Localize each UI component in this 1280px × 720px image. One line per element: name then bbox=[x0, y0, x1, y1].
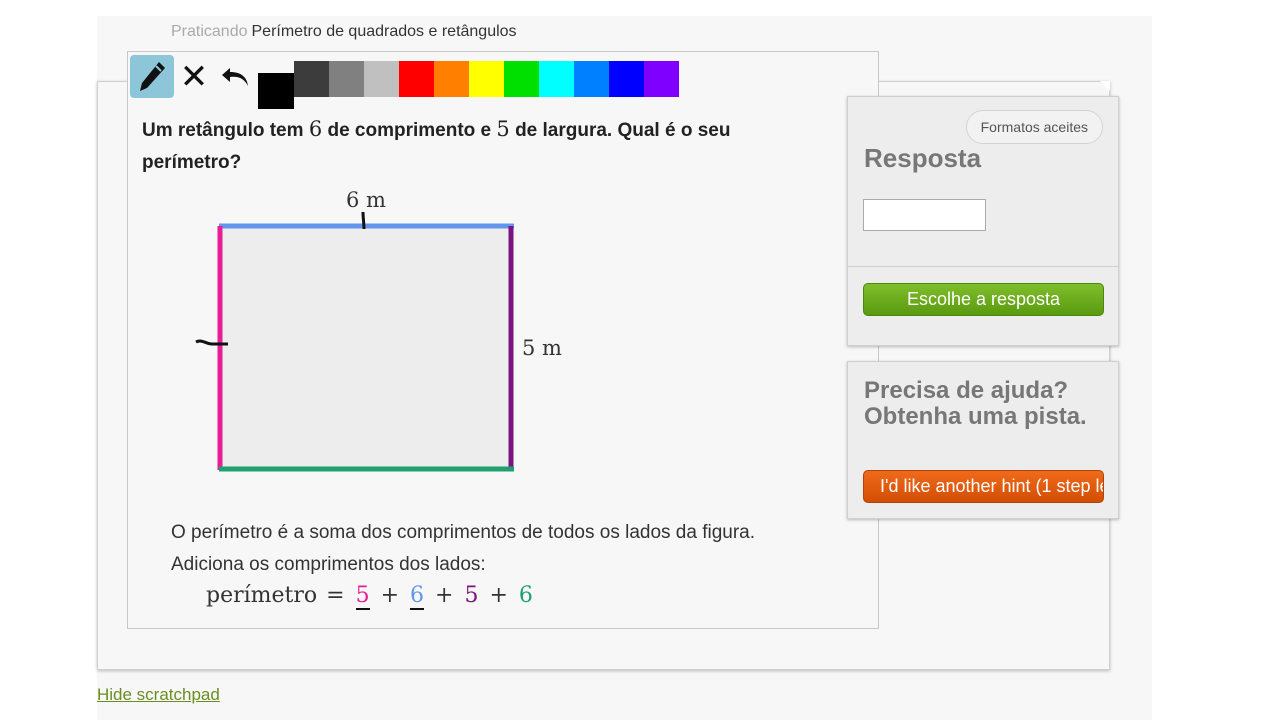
rectangle-fill bbox=[220, 226, 511, 469]
rectangle-figure: 6 m 5 m bbox=[180, 185, 600, 490]
formula-term-3: 5 bbox=[464, 583, 479, 608]
right-side-label: 5 m bbox=[522, 336, 562, 360]
pencil-icon[interactable] bbox=[130, 55, 174, 98]
color-swatch-11[interactable] bbox=[644, 61, 679, 97]
color-swatch-10[interactable] bbox=[609, 61, 644, 97]
perimeter-formula: perímetro = 5 + 6 + 5 + 6 bbox=[206, 583, 535, 610]
breadcrumb: Praticando Perímetro de quadrados e retân… bbox=[171, 23, 517, 41]
hint-line-2: Adiciona os comprimentos dos lados: bbox=[171, 554, 486, 575]
close-icon[interactable]: ✕ bbox=[174, 55, 214, 98]
help-title: Precisa de ajuda? Obtenha uma pista. bbox=[864, 377, 1087, 430]
color-swatch-6[interactable] bbox=[469, 61, 504, 97]
color-swatch-8[interactable] bbox=[539, 61, 574, 97]
breadcrumb-section[interactable]: Praticando bbox=[171, 23, 248, 40]
width-value: 5 bbox=[496, 117, 510, 141]
color-swatch-2[interactable] bbox=[329, 61, 364, 97]
color-palette bbox=[294, 61, 679, 97]
check-answer-button[interactable]: Escolhe a resposta bbox=[863, 283, 1104, 316]
color-swatch-3[interactable] bbox=[364, 61, 399, 97]
answer-input[interactable] bbox=[863, 199, 986, 231]
answer-title: Resposta bbox=[864, 143, 982, 173]
formula-plus-2: + bbox=[435, 583, 454, 608]
selected-color-swatch[interactable] bbox=[258, 73, 294, 109]
formula-equals: = bbox=[326, 583, 345, 608]
formula-plus-3: + bbox=[489, 583, 508, 608]
scratch-mark-top bbox=[361, 211, 366, 230]
length-value: 6 bbox=[308, 117, 323, 141]
answer-divider bbox=[848, 266, 1118, 267]
hint-button[interactable]: I'd like another hint (1 step left) bbox=[863, 470, 1104, 503]
formula-term-2: 6 bbox=[410, 583, 425, 610]
help-panel: Precisa de ajuda? Obtenha uma pista. I'd… bbox=[847, 361, 1119, 519]
color-swatch-9[interactable] bbox=[574, 61, 609, 97]
answer-panel: Formatos aceites Resposta Escolhe a resp… bbox=[847, 96, 1119, 346]
scratchpad-toolbar: ✕ bbox=[130, 55, 679, 109]
formula-plus-1: + bbox=[380, 583, 400, 608]
hide-scratchpad-link[interactable]: Hide scratchpad bbox=[97, 685, 220, 705]
question-text: Um retângulo tem 6 de comprimento e 5 de… bbox=[142, 117, 731, 173]
formula-term-1: 5 bbox=[355, 583, 370, 610]
breadcrumb-title: Perímetro de quadrados e retângulos bbox=[251, 23, 517, 40]
accepted-formats-button[interactable]: Formatos aceites bbox=[965, 110, 1103, 144]
color-swatch-7[interactable] bbox=[504, 61, 539, 97]
hint-line-1: O perímetro é a soma dos comprimentos de… bbox=[171, 522, 756, 543]
color-swatch-1[interactable] bbox=[294, 61, 329, 97]
top-side-label: 6 m bbox=[346, 188, 386, 212]
color-swatch-5[interactable] bbox=[434, 61, 469, 97]
formula-label: perímetro bbox=[206, 583, 318, 608]
undo-icon[interactable] bbox=[214, 55, 258, 98]
formula-term-4: 6 bbox=[518, 583, 533, 608]
color-swatch-4[interactable] bbox=[399, 61, 434, 97]
